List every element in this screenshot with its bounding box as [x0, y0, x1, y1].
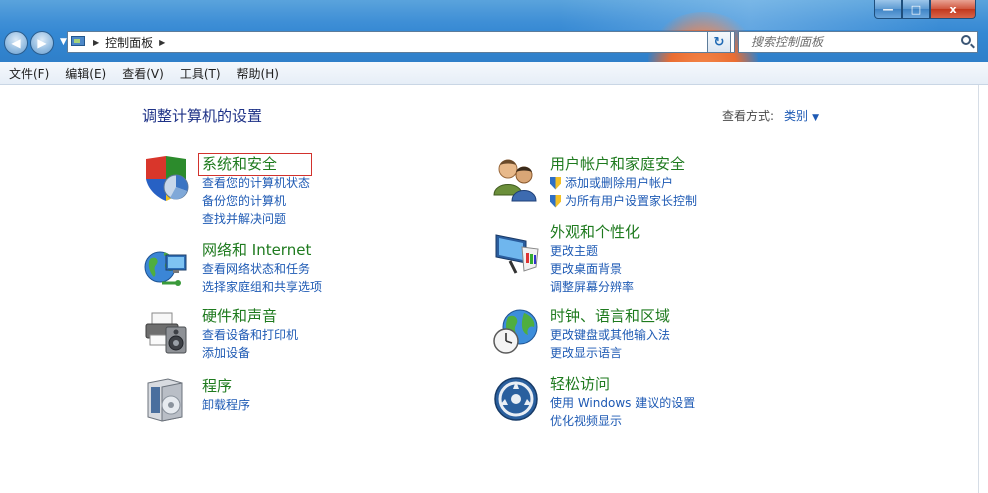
category-system-security: 系统和安全 查看您的计算机状态 备份您的计算机 查找并解决问题	[197, 153, 313, 228]
content-area: 调整计算机的设置 查看方式: 类别 ▼ 系统和安全 查看您的计算机状态 备份您的计算…	[0, 85, 978, 493]
link-add-remove-accounts[interactable]: 添加或删除用户帐户	[550, 174, 697, 192]
menu-bar: 文件(F) 编辑(E) 查看(V) 工具(T) 帮助(H)	[0, 62, 988, 85]
category-title[interactable]: 系统和安全	[197, 153, 313, 176]
link-text[interactable]: 为所有用户设置家长控制	[565, 192, 697, 210]
menu-file[interactable]: 文件(F)	[0, 65, 57, 82]
ease-of-access-icon[interactable]	[492, 375, 540, 423]
globe-network-icon[interactable]	[142, 243, 190, 291]
link-uninstall-program[interactable]: 卸载程序	[202, 396, 250, 414]
category-clock-language: 时钟、语言和区域 更改键盘或其他输入法 更改显示语言	[550, 307, 670, 362]
link-change-theme[interactable]: 更改主题	[550, 242, 640, 260]
category-title[interactable]: 网络和 Internet	[202, 241, 322, 260]
menu-view[interactable]: 查看(V)	[114, 65, 172, 82]
link-optimize-display[interactable]: 优化视频显示	[550, 412, 695, 430]
program-box-icon[interactable]	[142, 375, 190, 423]
category-title[interactable]: 时钟、语言和区域	[550, 307, 670, 326]
breadcrumb-separator-icon[interactable]: ▶	[159, 38, 165, 47]
category-network-internet: 网络和 Internet 查看网络状态和任务 选择家庭组和共享选项	[202, 241, 322, 296]
category-title[interactable]: 轻松访问	[550, 375, 695, 394]
chevron-down-icon[interactable]: ▼	[812, 113, 819, 123]
search-input[interactable]	[749, 32, 959, 52]
uac-shield-icon	[550, 194, 561, 208]
page-title: 调整计算机的设置	[142, 107, 263, 125]
close-button[interactable]: x	[930, 0, 976, 19]
link-devices-printers[interactable]: 查看设备和打印机	[202, 326, 298, 344]
title-bar: — □ x ◀ ▶ ▼ ▶ 控制面板 ▶ ▼ ↻	[0, 0, 988, 62]
printer-speaker-icon[interactable]	[142, 307, 190, 355]
recent-pages-dropdown[interactable]: ▼	[60, 37, 67, 47]
menu-edit[interactable]: 编辑(E)	[57, 65, 114, 82]
breadcrumb-control-panel[interactable]: 控制面板	[105, 34, 153, 51]
link-parental-controls[interactable]: 为所有用户设置家长控制	[550, 192, 697, 210]
search-icon[interactable]	[961, 35, 971, 45]
category-user-accounts: 用户帐户和家庭安全 添加或删除用户帐户 为所有用户设置家长控制	[550, 155, 697, 210]
monitor-brush-icon[interactable]	[492, 227, 540, 275]
category-appearance: 外观和个性化 更改主题 更改桌面背景 调整屏幕分辨率	[550, 223, 640, 296]
link-windows-recommended[interactable]: 使用 Windows 建议的设置	[550, 394, 695, 412]
breadcrumb-separator-icon[interactable]: ▶	[93, 38, 99, 47]
link-screen-resolution[interactable]: 调整屏幕分辨率	[550, 278, 640, 296]
address-bar[interactable]: ▶ 控制面板 ▶ ▼	[67, 31, 735, 53]
link-backup-computer[interactable]: 备份您的计算机	[202, 192, 310, 210]
link-add-device[interactable]: 添加设备	[202, 344, 298, 362]
shield-chart-icon[interactable]	[142, 155, 190, 203]
category-title[interactable]: 用户帐户和家庭安全	[550, 155, 697, 174]
control-panel-icon	[71, 35, 87, 49]
maximize-button[interactable]: □	[902, 0, 930, 19]
link-display-language[interactable]: 更改显示语言	[550, 344, 670, 362]
back-button[interactable]: ◀	[4, 31, 28, 55]
view-by-label: 查看方式:	[722, 109, 775, 123]
menu-tools[interactable]: 工具(T)	[172, 65, 229, 82]
window-edge	[978, 85, 988, 493]
window-controls: — □ x	[874, 0, 976, 20]
forward-arrow-icon: ▶	[37, 36, 47, 50]
view-by-dropdown[interactable]: 类别	[784, 109, 808, 123]
link-view-computer-status[interactable]: 查看您的计算机状态	[202, 174, 310, 192]
category-title[interactable]: 外观和个性化	[550, 223, 640, 242]
menu-help[interactable]: 帮助(H)	[229, 65, 287, 82]
link-desktop-background[interactable]: 更改桌面背景	[550, 260, 640, 278]
refresh-button[interactable]: ↻	[707, 31, 731, 53]
link-homegroup-sharing[interactable]: 选择家庭组和共享选项	[202, 278, 322, 296]
back-arrow-icon: ◀	[11, 36, 21, 50]
clock-globe-icon[interactable]	[492, 307, 540, 355]
refresh-icon: ↻	[713, 34, 725, 50]
category-title[interactable]: 程序	[202, 377, 250, 396]
search-box	[738, 31, 978, 53]
minimize-button[interactable]: —	[874, 0, 902, 19]
category-title[interactable]: 硬件和声音	[202, 307, 298, 326]
link-text[interactable]: 添加或删除用户帐户	[565, 174, 673, 192]
category-ease-of-access: 轻松访问 使用 Windows 建议的设置 优化视频显示	[550, 375, 695, 430]
users-icon[interactable]	[492, 155, 540, 203]
view-by: 查看方式: 类别 ▼	[722, 107, 819, 124]
category-programs: 程序 卸载程序	[202, 377, 250, 414]
link-change-keyboard[interactable]: 更改键盘或其他输入法	[550, 326, 670, 344]
link-network-status[interactable]: 查看网络状态和任务	[202, 260, 322, 278]
navigation-bar: ◀ ▶ ▼ ▶ 控制面板 ▶ ▼ ↻	[0, 28, 988, 58]
category-hardware-sound: 硬件和声音 查看设备和打印机 添加设备	[202, 307, 298, 362]
uac-shield-icon	[550, 176, 561, 190]
link-troubleshoot[interactable]: 查找并解决问题	[202, 210, 310, 228]
forward-button[interactable]: ▶	[30, 31, 54, 55]
